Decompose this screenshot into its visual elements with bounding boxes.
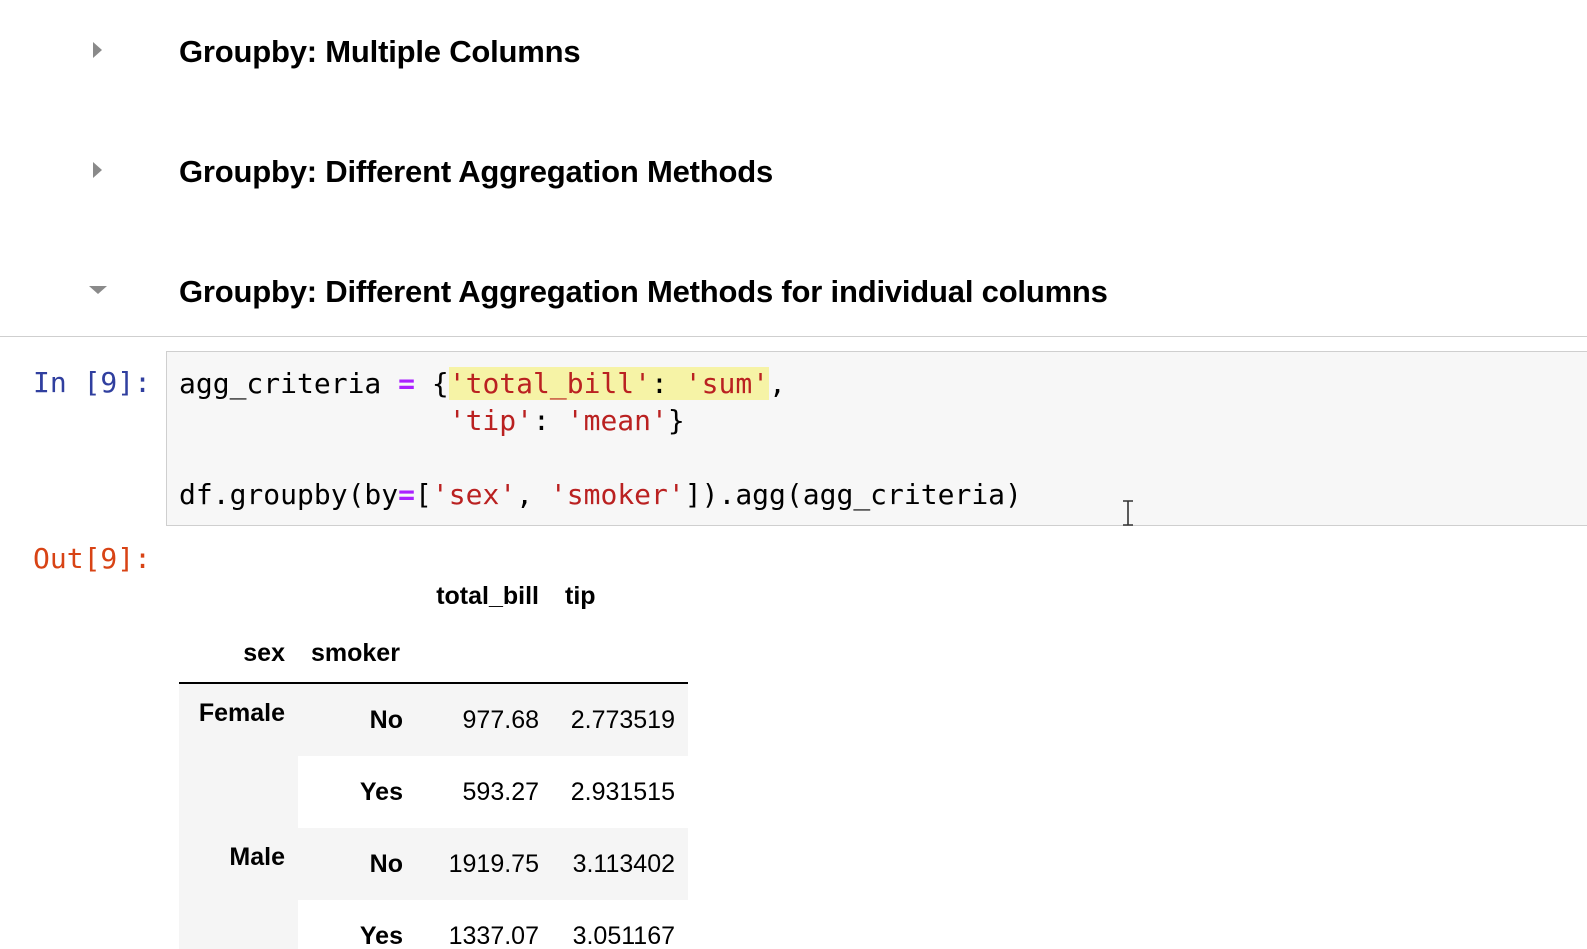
index-sex-male: Male: [179, 828, 298, 900]
text-cursor-icon: [1120, 500, 1136, 526]
cell-divider: [0, 336, 1587, 337]
code-line-1: agg_criteria = {'total_bill': 'sum',: [179, 367, 786, 400]
index-sex-female: Female: [179, 683, 298, 756]
index-name-sex: sex: [179, 625, 298, 684]
caret-down-icon[interactable]: [86, 280, 110, 304]
heading-title: Groupby: Multiple Columns: [179, 34, 581, 69]
output-dataframe: total_bill tip sex smoker Female No 977.…: [179, 568, 688, 949]
cell-total-bill: 1337.07: [448, 921, 539, 949]
header-blank: [298, 568, 416, 625]
index-name-row: sex smoker: [179, 625, 688, 684]
index-name-smoker: smoker: [298, 625, 416, 684]
output-prompt: Out[9]:: [33, 542, 152, 575]
cell-tip: 3.051167: [572, 921, 675, 949]
table-row: Yes 593.27 2.931515: [179, 756, 688, 828]
index-sex-blank: [179, 900, 298, 949]
code-line-4: df.groupby(by=['sex', 'smoker']).agg(agg…: [179, 478, 1022, 511]
cell-tip: 2.773519: [552, 683, 688, 756]
cell-tip: 2.931515: [570, 777, 675, 806]
index-smoker: Yes: [359, 777, 403, 806]
header-blank: [179, 568, 298, 625]
caret-right-icon[interactable]: [86, 38, 110, 62]
column-header-total-bill: total_bill: [436, 582, 539, 610]
code-cell-editor[interactable]: agg_criteria = {'total_bill': 'sum', 'ti…: [166, 351, 1587, 526]
cell-tip: 3.113402: [552, 828, 688, 900]
index-smoker: Yes: [359, 921, 403, 949]
index-sex-blank: [179, 756, 298, 828]
header-blank: [416, 625, 552, 684]
cell-total-bill: 977.68: [416, 683, 552, 756]
table-row: Female No 977.68 2.773519: [179, 683, 688, 756]
column-header-tip: tip: [565, 582, 596, 610]
input-prompt: In [9]:: [33, 366, 152, 399]
heading-section-aggregation-methods: Groupby: Different Aggregation Methods: [0, 142, 1587, 202]
header-blank: [552, 625, 688, 684]
table-row: Yes 1337.07 3.051167: [179, 900, 688, 949]
cell-total-bill: 593.27: [462, 777, 539, 806]
heading-section-multiple-columns: Groupby: Multiple Columns: [0, 22, 1587, 82]
heading-title: Groupby: Different Aggregation Methods f…: [179, 274, 1108, 309]
index-smoker: No: [298, 683, 416, 756]
heading-title: Groupby: Different Aggregation Methods: [179, 154, 774, 189]
caret-right-icon[interactable]: [86, 158, 110, 182]
index-smoker: No: [298, 828, 416, 900]
code-line-2: 'tip': 'mean'}: [448, 404, 685, 437]
cell-total-bill: 1919.75: [416, 828, 552, 900]
table-row: Male No 1919.75 3.113402: [179, 828, 688, 900]
column-header-row: total_bill tip: [179, 568, 688, 625]
heading-section-aggregation-individual-columns: Groupby: Different Aggregation Methods f…: [0, 262, 1587, 322]
